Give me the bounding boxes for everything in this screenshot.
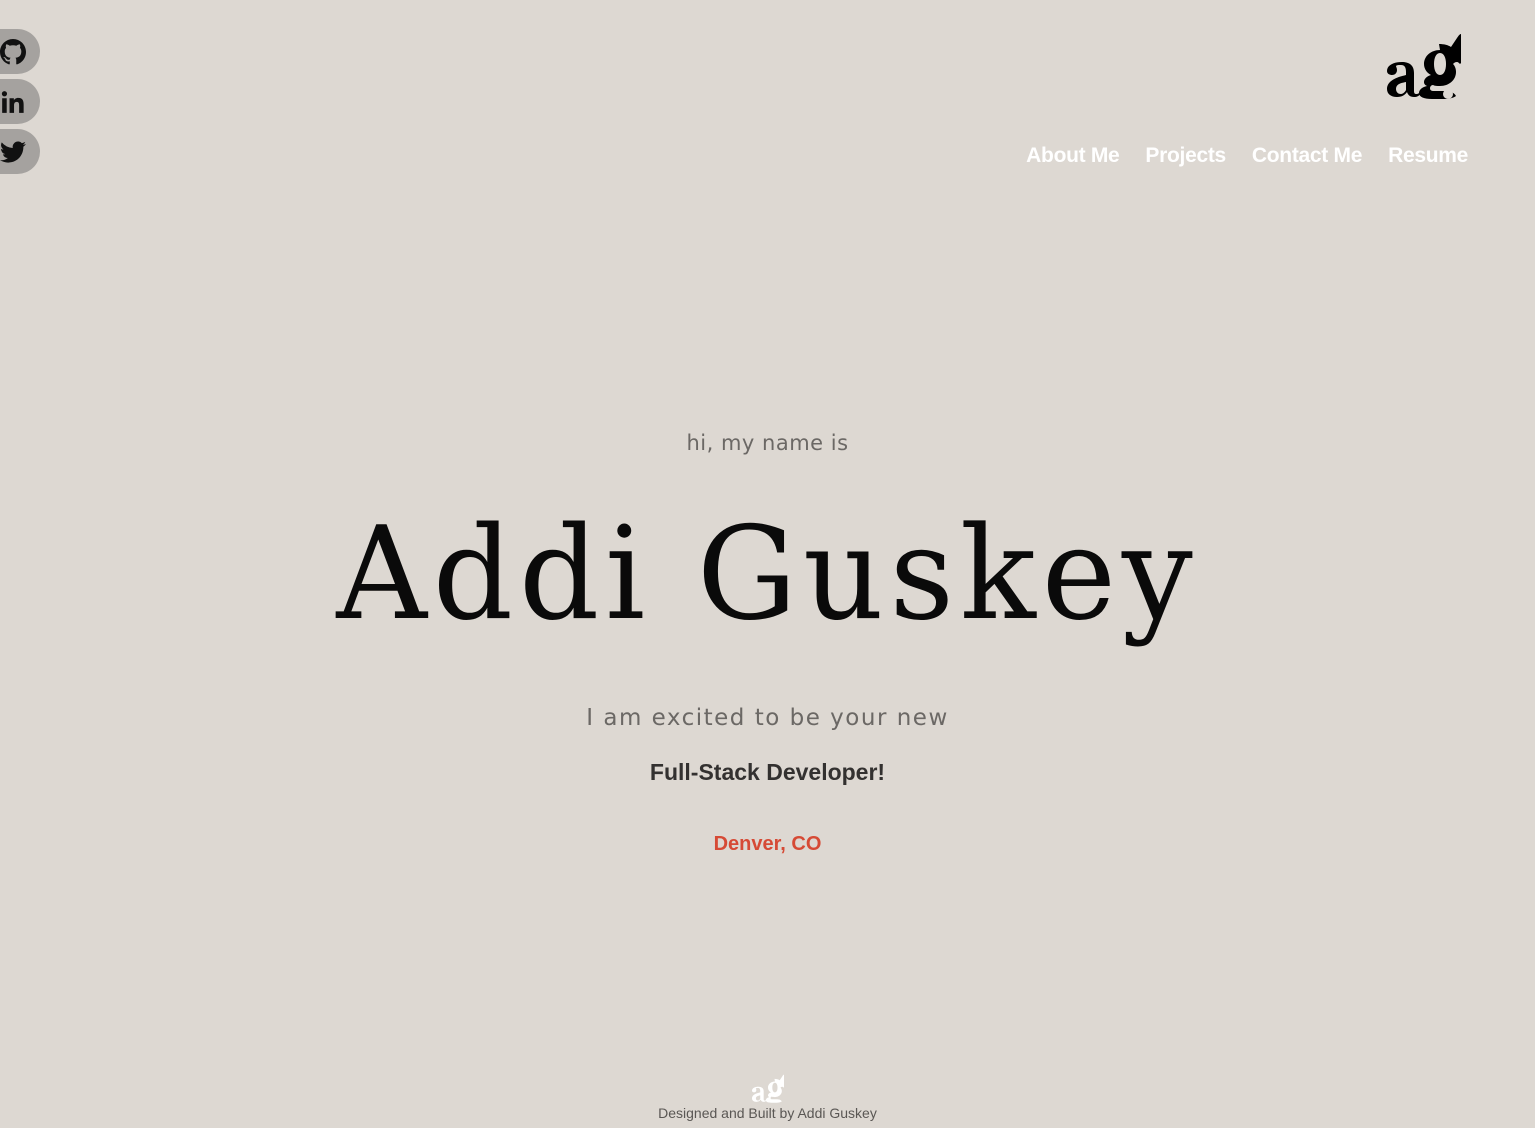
ag-monogram-footer-icon [752, 1074, 784, 1103]
nav-about-me[interactable]: About Me [1026, 144, 1120, 168]
linkedin-icon [0, 89, 26, 115]
social-sidebar [0, 29, 40, 174]
github-link[interactable] [0, 29, 40, 74]
main-nav: About Me Projects Contact Me Resume [1026, 144, 1468, 168]
github-icon [0, 38, 26, 65]
footer-logo [749, 1072, 787, 1104]
hero-intro: hi, my name is [686, 431, 849, 455]
nav-projects[interactable]: Projects [1145, 144, 1226, 168]
twitter-link[interactable] [0, 129, 40, 174]
hero-location: Denver, CO [713, 833, 822, 855]
nav-resume[interactable]: Resume [1388, 144, 1468, 168]
nav-contact-me[interactable]: Contact Me [1252, 144, 1362, 168]
linkedin-link[interactable] [0, 79, 40, 124]
site-logo[interactable] [1382, 28, 1466, 102]
hero-tagline: I am excited to be your new [586, 705, 949, 731]
ag-monogram-logo-icon [1387, 34, 1461, 99]
footer-credit: Designed and Built by Addi Guskey [658, 1105, 877, 1121]
hero-role: Full-Stack Developer! [649, 759, 886, 785]
twitter-icon [0, 139, 26, 165]
hero-name: Addi Guskey [336, 500, 1199, 649]
